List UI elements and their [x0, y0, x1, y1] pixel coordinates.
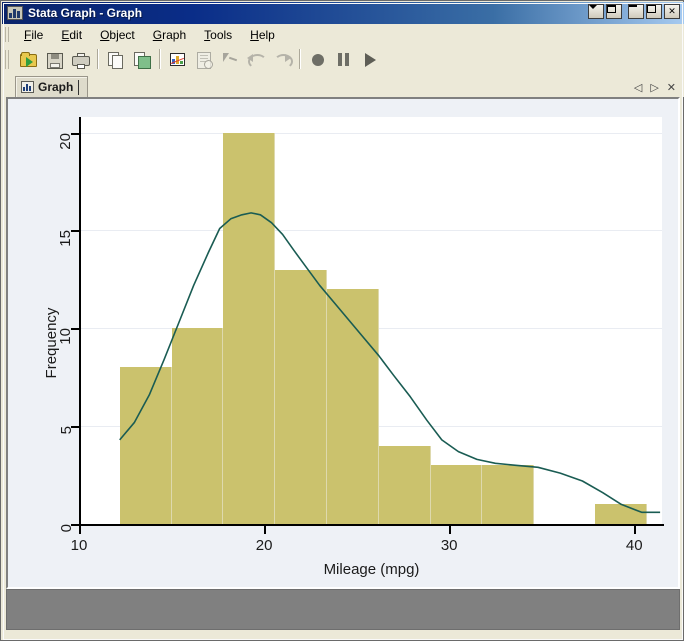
menu-item-tools[interactable]: Tools	[195, 26, 241, 44]
window-controls: ✕	[586, 4, 680, 19]
menu-grip-handle[interactable]	[5, 27, 11, 42]
x-axis-tick	[449, 526, 452, 534]
x-axis-tick-label: 40	[625, 537, 643, 554]
status-strip	[6, 589, 680, 630]
tab-label: Graph	[38, 80, 74, 94]
toolbar	[2, 45, 684, 74]
toolbar-separator	[299, 49, 301, 69]
pause-icon	[335, 51, 353, 68]
graph-canvas[interactable]: 0 5 10 15 20 10 20 30 40 Frequency Mileage (mpg…	[8, 99, 678, 587]
y-axis-tick-label: 0	[57, 524, 75, 533]
redo-button	[270, 48, 294, 71]
pin-icon	[221, 51, 239, 68]
x-axis-title: Mileage (mpg)	[323, 561, 420, 578]
tab-controls: ◁ ▷ ✕	[634, 83, 684, 97]
tab-close-icon[interactable]: ✕	[667, 83, 676, 94]
menu-bar: File Edit Object Graph Tools Help	[2, 24, 684, 46]
play-icon	[361, 51, 379, 68]
y-axis-tick-label: 10	[57, 328, 75, 345]
plot-area	[79, 117, 662, 524]
save-as-button[interactable]	[130, 48, 154, 71]
app-bar-chart-icon	[7, 6, 23, 20]
y-axis-tick-label: 5	[57, 426, 75, 435]
y-axis-tick-label: 20	[57, 132, 75, 150]
toolbar-separator	[97, 49, 99, 69]
printer-icon	[71, 51, 90, 69]
tab-graph[interactable]: Graph	[15, 76, 89, 97]
open-folder-icon	[19, 51, 37, 68]
window-dropdown-button[interactable]	[588, 4, 604, 19]
floppy-disk-icon	[45, 51, 63, 69]
x-axis-tick-label: 20	[255, 537, 273, 554]
bar-chart-icon	[21, 81, 34, 93]
copy-button[interactable]	[104, 48, 128, 71]
open-graph-button[interactable]	[16, 48, 40, 71]
pause-button[interactable]	[332, 48, 356, 71]
y-axis-line	[79, 117, 81, 526]
graph-editor-icon	[169, 51, 187, 68]
toolbar-separator	[159, 49, 161, 69]
graph-client-area: 0 5 10 15 20 10 20 30 40 Frequency Mileage (mpg…	[6, 97, 680, 589]
menu-item-file[interactable]: File	[15, 26, 52, 44]
tab-caret	[78, 79, 80, 95]
title-bar: Stata Graph - Graph ✕	[2, 2, 684, 24]
window-restore-button[interactable]	[606, 4, 622, 19]
preview-icon	[195, 51, 213, 69]
menu-item-object[interactable]: Object	[91, 26, 144, 44]
x-axis-tick-label: 30	[440, 537, 458, 554]
x-axis-line	[79, 524, 664, 526]
tab-next-icon[interactable]: ▷	[650, 83, 658, 94]
undo-icon	[247, 51, 267, 69]
record-button[interactable]	[306, 48, 330, 71]
kernel-density-curve	[119, 212, 661, 514]
save-graph-button[interactable]	[42, 48, 66, 71]
window-maximize-button[interactable]	[646, 4, 662, 19]
close-icon: ✕	[668, 6, 676, 16]
graph-editor-button[interactable]	[166, 48, 190, 71]
preview-button	[192, 48, 216, 71]
pointer-button	[218, 48, 242, 71]
menu-item-edit[interactable]: Edit	[52, 26, 91, 44]
window-title: Stata Graph - Graph	[28, 6, 143, 20]
window-minimize-button[interactable]	[628, 4, 644, 19]
menu-item-graph[interactable]: Graph	[144, 26, 195, 44]
record-icon	[309, 51, 327, 68]
redo-icon	[273, 51, 293, 69]
play-button[interactable]	[358, 48, 382, 71]
x-axis-tick	[634, 526, 637, 534]
x-axis-tick	[264, 526, 267, 534]
window-close-button[interactable]: ✕	[664, 4, 680, 19]
toolbar-grip-handle[interactable]	[5, 49, 11, 69]
paste-icon	[133, 51, 151, 69]
copy-icon	[107, 51, 125, 69]
tab-bar: Graph ◁ ▷ ✕	[2, 73, 684, 97]
undo-button	[244, 48, 268, 71]
y-axis-tick-label: 15	[57, 230, 75, 248]
stata-graph-window: Stata Graph - Graph ✕ File Edit Object G…	[0, 0, 684, 641]
menu-item-help[interactable]: Help	[241, 26, 284, 44]
x-axis-tick	[79, 526, 81, 534]
y-axis-title: Frequency	[42, 307, 60, 379]
print-graph-button[interactable]	[68, 48, 92, 71]
tab-prev-icon[interactable]: ◁	[634, 83, 642, 94]
x-axis-tick-label: 10	[70, 537, 88, 554]
